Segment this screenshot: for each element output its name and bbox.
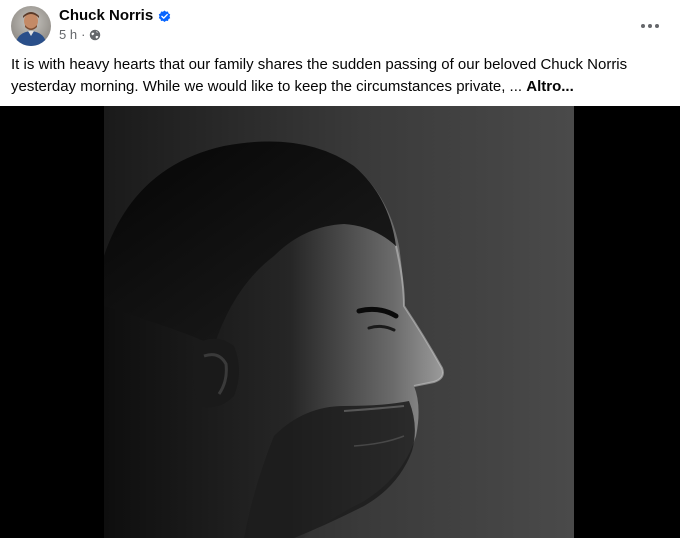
feed-post: Chuck Norris 5 h · It is with heavy hear… bbox=[0, 0, 680, 538]
post-timestamp[interactable]: 5 h bbox=[59, 27, 77, 43]
post-photo[interactable] bbox=[104, 106, 574, 538]
post-options-button[interactable] bbox=[636, 12, 664, 40]
post-header: Chuck Norris 5 h · bbox=[0, 0, 680, 52]
post-meta: 5 h · bbox=[59, 27, 101, 43]
author-avatar[interactable] bbox=[11, 6, 51, 46]
author-line: Chuck Norris bbox=[59, 7, 171, 25]
globe-icon[interactable] bbox=[89, 29, 101, 41]
more-horizontal-icon bbox=[641, 24, 659, 28]
see-more-link[interactable]: Altro... bbox=[526, 78, 574, 95]
verified-badge-icon bbox=[159, 9, 171, 22]
avatar-photo-icon bbox=[11, 6, 51, 46]
post-message: It is with heavy hearts that our family … bbox=[11, 54, 661, 98]
author-name[interactable]: Chuck Norris bbox=[59, 7, 153, 25]
post-media[interactable] bbox=[0, 106, 680, 538]
portrait-photo-icon bbox=[104, 106, 574, 538]
meta-separator: · bbox=[81, 27, 86, 42]
